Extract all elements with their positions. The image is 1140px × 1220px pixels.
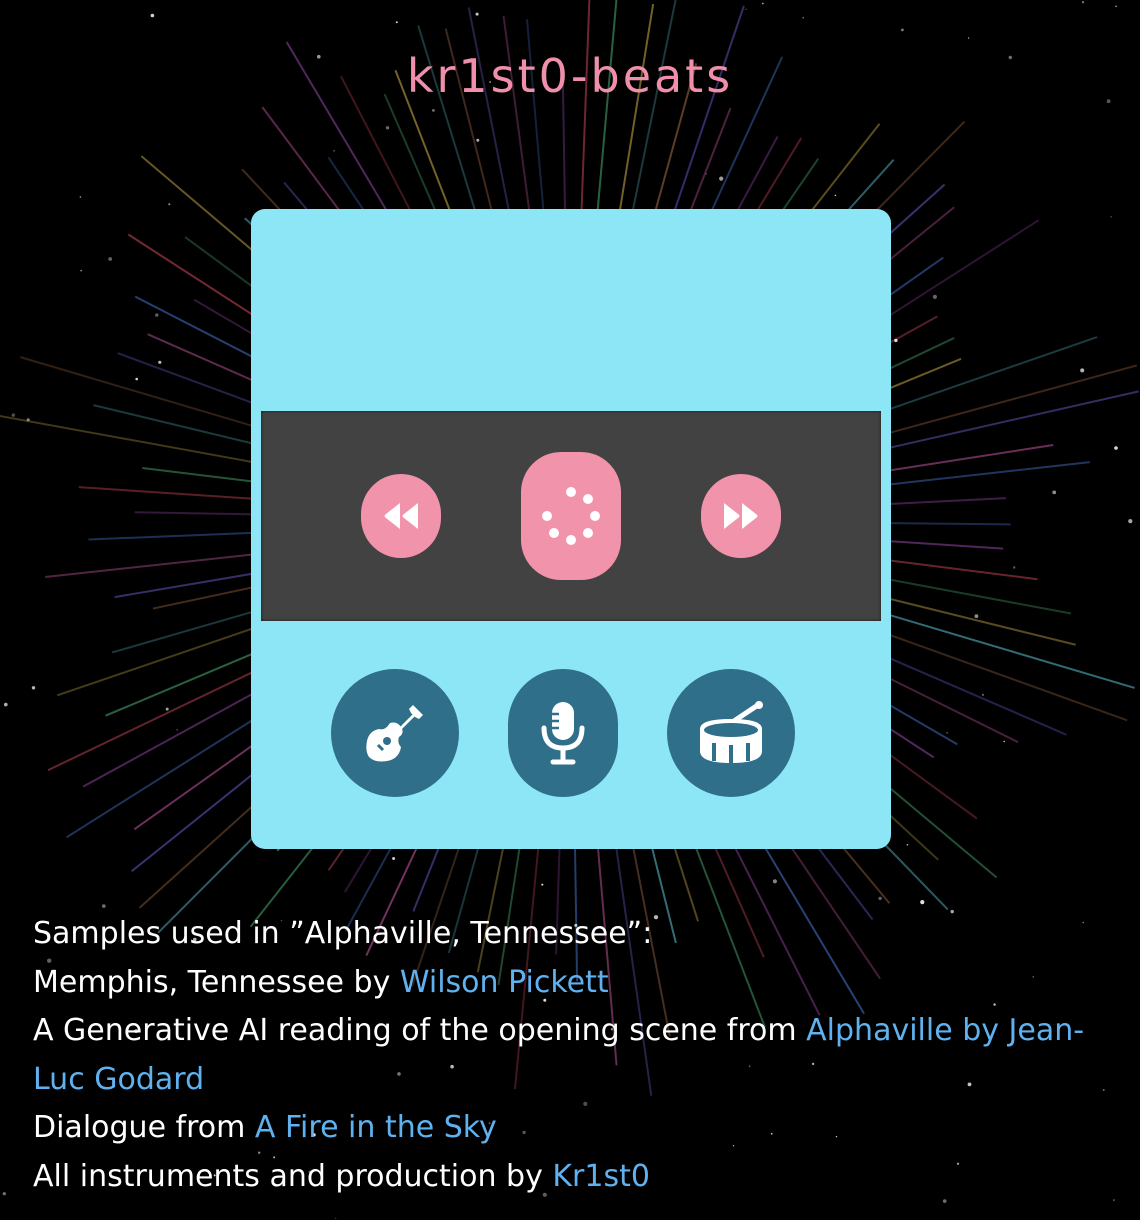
- next-button[interactable]: [701, 474, 781, 558]
- star: [165, 707, 169, 711]
- star: [1080, 368, 1085, 373]
- star: [335, 1217, 337, 1219]
- star: [901, 28, 904, 32]
- star: [475, 12, 479, 16]
- previous-button[interactable]: [361, 474, 441, 558]
- star: [1114, 446, 1118, 450]
- guitar-button[interactable]: [331, 669, 459, 797]
- star: [906, 844, 909, 846]
- star: [1112, 1199, 1115, 1202]
- starburst-ray: [875, 461, 1091, 487]
- star: [31, 686, 36, 690]
- star: [333, 150, 335, 152]
- credit-link-kr1st0[interactable]: Kr1st0: [552, 1159, 650, 1194]
- starburst-ray: [617, 3, 655, 219]
- star: [158, 360, 162, 364]
- star: [385, 126, 390, 130]
- starburst-ray: [0, 414, 282, 469]
- guitar-icon: [366, 705, 423, 762]
- star: [894, 338, 898, 343]
- star: [150, 13, 155, 18]
- credits-section: Samples used in ”Alphaville, Tennessee”:…: [33, 910, 1113, 1201]
- star: [981, 693, 985, 696]
- credit-line: A Generative AI reading of the opening s…: [33, 1007, 1113, 1104]
- credit-text: All instruments and production by: [33, 1158, 553, 1194]
- star: [392, 857, 396, 860]
- star: [26, 418, 30, 422]
- page-title: kr1st0-beats: [406, 49, 734, 103]
- vocals-button[interactable]: [508, 669, 618, 797]
- star: [772, 879, 778, 884]
- star: [974, 614, 979, 619]
- star: [168, 203, 171, 206]
- star: [102, 904, 106, 908]
- star: [4, 702, 8, 707]
- star: [155, 313, 159, 317]
- star: [968, 37, 970, 39]
- credit-link-wilson-pickett[interactable]: Wilson Pickett: [400, 965, 609, 1000]
- star: [1128, 519, 1133, 524]
- player-panel: [251, 209, 891, 849]
- star: [11, 413, 15, 417]
- credit-text: Memphis, Tennessee by: [33, 964, 400, 1000]
- star: [761, 2, 764, 5]
- star: [705, 173, 707, 175]
- fast-forward-icon: [724, 503, 758, 529]
- star: [834, 194, 837, 197]
- loading-dots-icon: [542, 487, 600, 545]
- drums-button[interactable]: [667, 669, 795, 797]
- play-button[interactable]: [521, 452, 621, 580]
- star: [802, 17, 804, 19]
- star: [1110, 216, 1112, 218]
- starburst-ray: [45, 552, 258, 578]
- star: [108, 257, 113, 261]
- starburst-ray: [20, 356, 280, 435]
- credit-text: A Generative AI reading of the opening s…: [33, 1013, 807, 1048]
- star: [1115, 5, 1117, 8]
- star: [1081, 1, 1085, 4]
- star: [719, 176, 724, 181]
- star: [878, 896, 882, 901]
- credit-text: Dialogue from: [33, 1110, 255, 1145]
- playback-controls-bar: [261, 411, 881, 621]
- star: [476, 138, 480, 142]
- star: [932, 294, 938, 299]
- credits-heading: Samples used in ”Alphaville, Tennessee”:: [33, 916, 653, 951]
- starburst-ray: [580, 0, 591, 221]
- star: [920, 900, 925, 905]
- credit-link-fire-in-the-sky[interactable]: A Fire in the Sky: [255, 1110, 497, 1145]
- credit-line: Memphis, Tennessee by Wilson Pickett: [33, 959, 1113, 1008]
- rewind-icon: [384, 503, 418, 529]
- star: [541, 883, 544, 886]
- star: [2, 1192, 6, 1196]
- star: [135, 377, 138, 381]
- star: [176, 729, 178, 731]
- credit-line: Dialogue from A Fire in the Sky: [33, 1104, 1113, 1153]
- star: [80, 269, 82, 272]
- star: [395, 21, 398, 24]
- credit-line: All instruments and production by Kr1st0: [33, 1153, 1113, 1202]
- star: [745, 8, 747, 10]
- drum-icon: [700, 701, 763, 763]
- star: [79, 196, 82, 198]
- star: [432, 109, 435, 112]
- star: [1013, 566, 1016, 569]
- star: [946, 732, 948, 734]
- star: [1003, 740, 1005, 743]
- star: [1052, 490, 1057, 495]
- microphone-icon: [541, 702, 585, 765]
